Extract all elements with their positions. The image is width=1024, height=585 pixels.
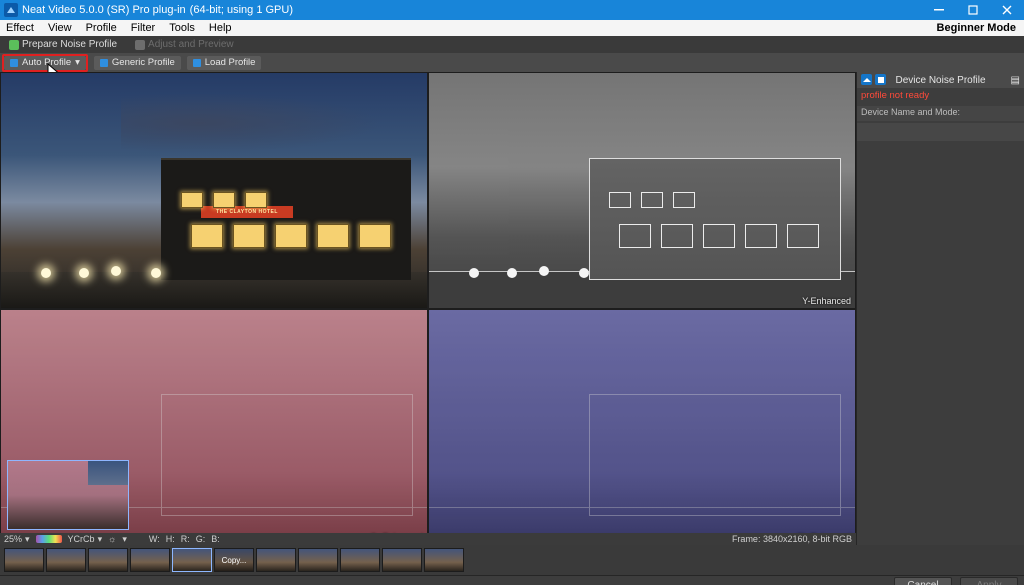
window-minimize-button[interactable] [922,0,956,20]
thumb-frame-selected[interactable] [172,548,212,572]
device-name-header: Device Name and Mode: [857,106,1024,121]
tab-prepare-noise-profile[interactable]: Prepare Noise Profile [3,38,123,52]
generic-profile-label: Generic Profile [112,57,175,68]
thumb-frame[interactable] [46,548,86,572]
panel-menu-icon[interactable]: ▤ [1011,75,1020,86]
window-close-button[interactable] [990,0,1024,20]
viewer-info-bar: 25% ▾ YCrCb ▾ ☼ ▾ W: H: R: G: B: Frame: … [0,533,856,545]
thumb-frame[interactable] [382,548,422,572]
readout-h: H: [166,534,175,544]
menu-effect[interactable]: Effect [6,22,34,34]
tutorial-highlight: Auto Profile ▾ [2,54,88,72]
window-maximize-button[interactable] [956,0,990,20]
channel-select[interactable]: YCrCb ▾ [68,534,103,545]
pane-y-enhanced[interactable]: Y-Enhanced [428,72,856,309]
tab-adjust-and-preview: Adjust and Preview [129,38,240,52]
readout-g: G: [196,534,206,544]
brightness-icon[interactable]: ☼ [108,534,116,544]
tab-prepare-label: Prepare Noise Profile [22,39,117,50]
frame-thumbnail-strip[interactable] [0,545,1024,575]
dialog-footer: Cancel Apply [0,575,1024,585]
thumb-frame-copy[interactable] [214,548,254,572]
thumb-frame[interactable] [256,548,296,572]
pane-cr-enhanced[interactable]: Cr-Enhanced [0,309,428,546]
thumb-frame[interactable] [4,548,44,572]
menu-view[interactable]: View [48,22,72,34]
frame-info: Frame: 3840x2160, 8-bit RGB [732,534,852,544]
save-profile-icon[interactable] [875,74,886,85]
mode-link[interactable]: Beginner Mode [937,22,1016,34]
viewer-area[interactable]: THE CLAYTON HOTEL [0,72,856,545]
brightness-dropdown[interactable]: ▾ [122,534,127,545]
chevron-down-icon[interactable]: ▾ [75,57,80,68]
open-profile-icon[interactable] [861,74,872,85]
menu-tools[interactable]: Tools [169,22,195,34]
readout-b: B: [211,534,220,544]
menu-filter[interactable]: Filter [131,22,155,34]
side-panel: Device Noise Profile ▤ profile not ready… [856,72,1024,545]
window-titlebar: Neat Video 5.0.0 (SR) Pro plug-in (64-bi… [0,0,1024,20]
main-tab-bar: Prepare Noise Profile Adjust and Preview [0,36,1024,53]
menu-help[interactable]: Help [209,22,232,34]
app-icon [4,3,18,17]
pane-cb-enhanced[interactable]: Cb-Enhanced [428,309,856,546]
load-profile-button[interactable]: Load Profile [187,56,262,70]
device-name-field[interactable] [857,123,1024,141]
zoom-select[interactable]: 25% ▾ [4,534,30,545]
app-title-suffix: (64-bit; using 1 GPU) [190,4,293,16]
thumb-frame[interactable] [298,548,338,572]
readout-r: R: [181,534,190,544]
side-panel-title: Device Noise Profile ▤ [857,72,1024,88]
auto-profile-label: Auto Profile [22,57,71,68]
thumb-frame[interactable] [340,548,380,572]
thumb-frame[interactable] [130,548,170,572]
profile-toolbar: Auto Profile ▾ Generic Profile Load Prof… [0,53,1024,72]
quad-view: THE CLAYTON HOTEL [0,72,856,545]
wand-icon [10,59,18,67]
pane-original[interactable]: THE CLAYTON HOTEL [0,72,428,309]
load-profile-label: Load Profile [205,57,256,68]
main-layout: THE CLAYTON HOTEL [0,72,1024,545]
menu-profile[interactable]: Profile [86,22,117,34]
profile-icon [100,59,108,67]
tab-adjust-label: Adjust and Preview [148,39,234,50]
checklist-icon [9,40,19,50]
pane-label-y: Y-Enhanced [802,296,851,306]
menu-bar: Effect View Profile Filter Tools Help Be… [0,20,1024,36]
auto-profile-button[interactable]: Auto Profile ▾ [4,56,86,70]
cancel-button[interactable]: Cancel [894,577,952,585]
sliders-icon [135,40,145,50]
app-title: Neat Video 5.0.0 (SR) Pro plug-in [22,4,186,16]
apply-button: Apply [960,577,1018,585]
folder-open-icon [193,59,201,67]
readout-w: W: [149,534,160,544]
generic-profile-button[interactable]: Generic Profile [94,56,181,70]
picture-in-picture-overlay[interactable] [7,460,129,530]
channel-gradient-icon[interactable] [36,535,62,543]
profile-status: profile not ready [857,88,1024,106]
side-title-text: Device Noise Profile [895,75,985,86]
thumb-frame[interactable] [424,548,464,572]
thumb-frame[interactable] [88,548,128,572]
